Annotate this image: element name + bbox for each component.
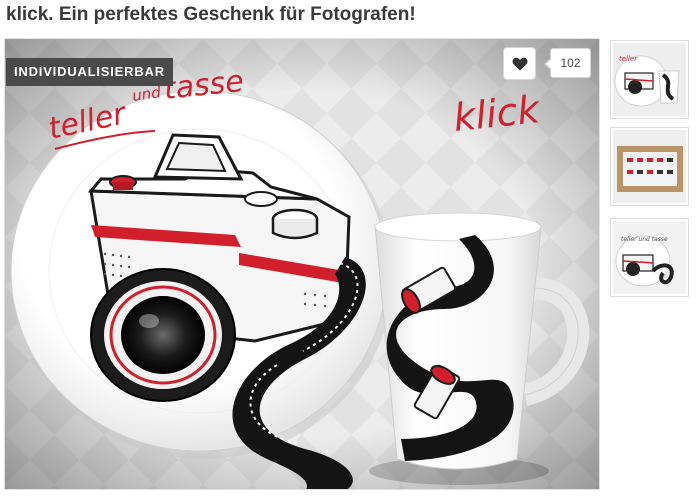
like-button[interactable] <box>503 47 536 80</box>
thumbnail-plate-mug[interactable]: teller <box>610 40 689 119</box>
product-photo: teller und tasse klick <box>5 39 599 489</box>
main-product-image[interactable]: teller und tasse klick <box>4 38 600 490</box>
heart-icon <box>512 57 527 70</box>
thumbnail-plate-mug-image: teller <box>613 43 686 116</box>
svg-text:teller und tasse: teller und tasse <box>621 236 668 243</box>
like-count: 102 <box>544 48 591 78</box>
svg-text:teller: teller <box>619 55 638 63</box>
handwriting-klick: klick <box>451 87 543 140</box>
thumbnail-plate-mug-alt-image: teller und tasse <box>613 221 686 294</box>
thumbnail-plate-mug-alt[interactable]: teller und tasse <box>610 218 689 297</box>
customizable-badge: INDIVIDUALISIERBAR <box>6 58 173 86</box>
page-title: klick. Ein perfektes Geschenk für Fotogr… <box>6 4 416 25</box>
thumbnail-gift-box[interactable] <box>610 127 689 206</box>
thumbnail-gift-box-image <box>613 130 686 203</box>
